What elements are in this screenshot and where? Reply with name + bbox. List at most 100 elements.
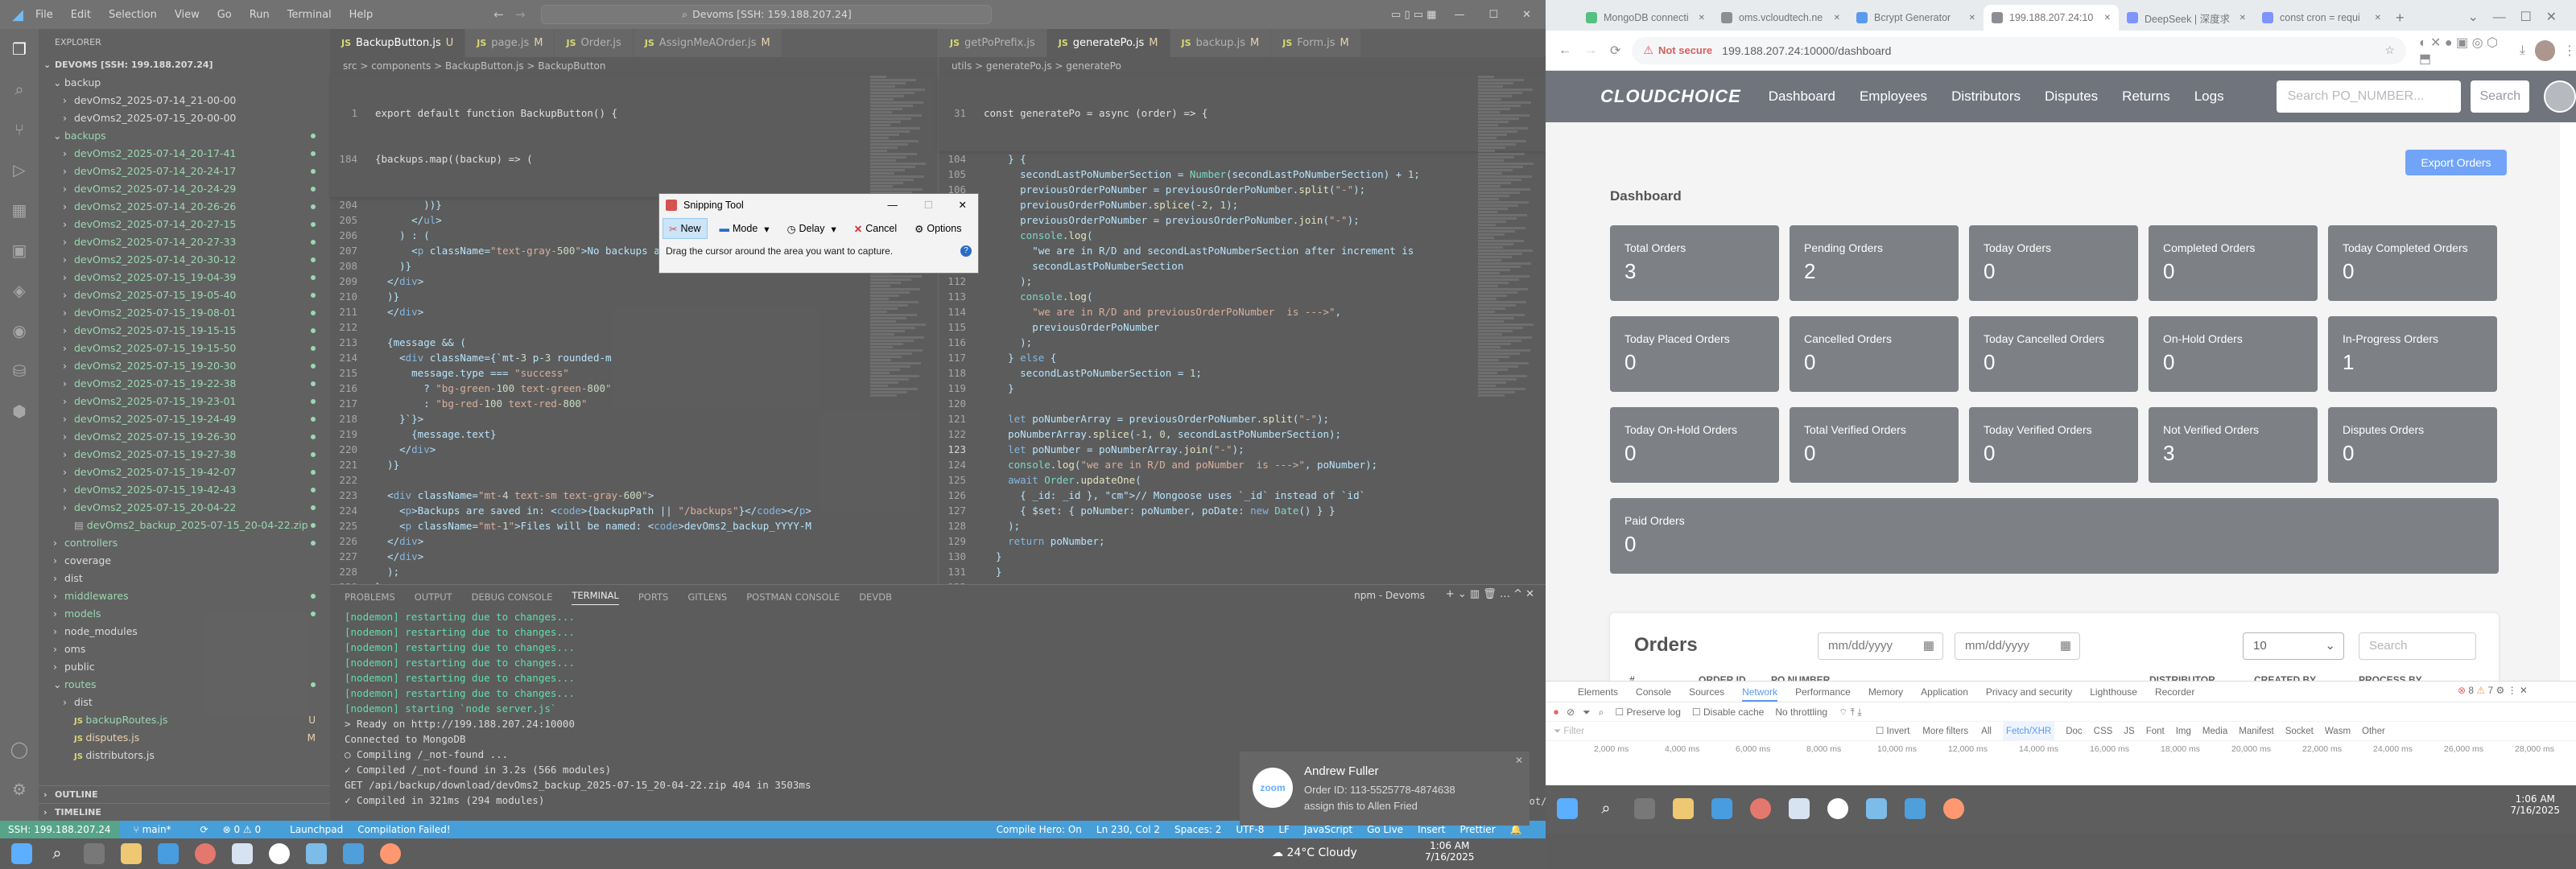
- panel-tab-postman-console[interactable]: POSTMAN CONSOLE: [746, 591, 840, 603]
- language-mode[interactable]: JavaScript: [1304, 824, 1352, 835]
- folder-item[interactable]: › devOms2_2025-07-14_20-24-29: [39, 180, 330, 198]
- folder-item[interactable]: › middlewares: [39, 587, 330, 605]
- resource-type-filter[interactable]: CSS: [2094, 722, 2113, 740]
- branch-indicator[interactable]: ⑂ main*: [134, 824, 186, 835]
- chrome-icon[interactable]: [195, 843, 216, 864]
- remote-explorer-icon[interactable]: ▣: [0, 230, 39, 270]
- menu-view[interactable]: View: [175, 9, 200, 21]
- app-icon[interactable]: [380, 843, 401, 864]
- nav-disputes[interactable]: Disputes: [2045, 89, 2098, 105]
- folder-item[interactable]: › public: [39, 658, 330, 676]
- folder-item[interactable]: › node_modules: [39, 623, 330, 640]
- app-icon[interactable]: [306, 843, 327, 864]
- insert-mode[interactable]: Insert: [1418, 824, 1445, 835]
- go-live-button[interactable]: Go Live: [1367, 824, 1403, 835]
- date-from-input[interactable]: mm/dd/yyyy ▦: [1818, 632, 1943, 660]
- menu-run[interactable]: Run: [250, 9, 270, 21]
- devtools-tab[interactable]: Performance: [1795, 682, 1851, 702]
- delay-button[interactable]: ◷ Delay ▾: [782, 218, 842, 239]
- network-filter-input[interactable]: ⏷ Filter: [1554, 722, 1876, 740]
- problems-indicator[interactable]: ⊗ 0 ⚠ 0: [223, 824, 276, 835]
- gitlens-icon[interactable]: ◈: [0, 270, 39, 311]
- app-icon[interactable]: [1866, 798, 1887, 819]
- folder-item[interactable]: › devOms2_2025-07-15_19-05-40: [39, 286, 330, 304]
- search-icon[interactable]: ⌕: [1596, 798, 1616, 819]
- sync-icon[interactable]: ⟳: [200, 824, 208, 835]
- back-icon[interactable]: ←: [1558, 43, 1571, 58]
- download-icon[interactable]: ⤓: [2520, 43, 2525, 58]
- file-item[interactable]: JS backupRoutes.js U: [39, 711, 330, 729]
- docker-icon[interactable]: ⬢: [0, 391, 39, 431]
- folder-item[interactable]: › devOms2_2025-07-15_19-22-38: [39, 375, 330, 393]
- minimap[interactable]: [1478, 75, 1534, 574]
- panel-tab-ports[interactable]: PORTS: [638, 591, 668, 603]
- folder-item[interactable]: › devOms2_2025-07-15_19-24-49: [39, 410, 330, 428]
- folder-item[interactable]: › devOms2_2025-07-15_19-23-01: [39, 393, 330, 410]
- mode-button[interactable]: ▬ Mode ▾: [714, 218, 775, 239]
- more-filters-button[interactable]: More filters: [1922, 722, 1968, 740]
- account-icon[interactable]: ◯: [0, 729, 39, 769]
- panel-tab-debug-console[interactable]: DEBUG CONSOLE: [472, 591, 553, 603]
- close-tab-icon[interactable]: ✕: [1834, 14, 1840, 23]
- outline-section[interactable]: › OUTLINE: [39, 785, 330, 803]
- resource-type-filter[interactable]: Other: [2362, 722, 2385, 740]
- folder-item[interactable]: › models: [39, 605, 330, 623]
- folder-item[interactable]: › devOms2_2025-07-15_19-42-07: [39, 463, 330, 481]
- editor-tab[interactable]: JS generatePo.js M: [1046, 29, 1170, 57]
- search-icon[interactable]: ⌕: [0, 69, 39, 109]
- folder-item[interactable]: › devOms2_2025-07-14_20-27-33: [39, 233, 330, 251]
- app-icon[interactable]: [1943, 798, 1964, 819]
- code-editor-right[interactable]: 104 } {105 secondLastPoNumberSection = N…: [939, 151, 1546, 625]
- breadcrumb[interactable]: src > components > BackupButton.js > Bac…: [330, 57, 938, 75]
- nav-back-icon[interactable]: ←: [493, 7, 504, 22]
- editor-tab[interactable]: JS BackupButton.js U: [330, 29, 466, 57]
- folder-item[interactable]: › devOms2_2025-07-14_20-17-41: [39, 145, 330, 163]
- nav-logs[interactable]: Logs: [2194, 89, 2224, 105]
- postman-icon[interactable]: ◉: [0, 311, 39, 351]
- editor-tab[interactable]: JS Form.js M: [1271, 29, 1361, 57]
- vscode-icon[interactable]: [343, 843, 364, 864]
- devtools-tab[interactable]: Sources: [1689, 682, 1724, 702]
- close-tab-icon[interactable]: ✕: [1969, 14, 1975, 23]
- settings-gear-icon[interactable]: ⚙: [0, 769, 39, 809]
- resource-type-filter[interactable]: Font: [2146, 722, 2165, 740]
- browser-tab[interactable]: 199.188.207.24:10 ✕: [1984, 5, 2119, 31]
- resource-type-filter[interactable]: Wasm: [2325, 722, 2351, 740]
- file-item[interactable]: ▤ devOms2_backup_2025-07-15_20-04-22.zip: [39, 517, 330, 534]
- new-tab-icon[interactable]: +: [2396, 5, 2405, 31]
- export-orders-button[interactable]: Export Orders: [2405, 150, 2507, 175]
- devtools-counts[interactable]: ⊗ 8 ⚠ 7 ⚙ ⋮ ✕: [2458, 685, 2528, 696]
- indentation[interactable]: Spaces: 2: [1174, 824, 1221, 835]
- search-button[interactable]: Search: [2471, 80, 2530, 113]
- compile-hero-status[interactable]: Compile Hero: On: [997, 824, 1082, 835]
- resource-type-filter[interactable]: Doc: [2066, 722, 2082, 740]
- devtools-tab[interactable]: Elements: [1578, 682, 1618, 702]
- task-view-icon[interactable]: [84, 843, 105, 864]
- throttling-select[interactable]: No throttling: [1775, 702, 1827, 721]
- browser-tab[interactable]: DeepSeek | 深度求 ✕: [2119, 5, 2254, 31]
- folder-item[interactable]: › coverage: [39, 552, 330, 570]
- clock[interactable]: 1:06 AM 7/16/2025: [2510, 793, 2560, 816]
- folder-item[interactable]: › devOms2_2025-07-15_19-42-43: [39, 481, 330, 499]
- window-controls[interactable]: ⌄ — ☐ ✕: [2468, 5, 2557, 31]
- minimize-icon[interactable]: —: [1454, 9, 1464, 21]
- po-search-input[interactable]: Search PO_NUMBER...: [2276, 80, 2462, 113]
- app-icon[interactable]: [1789, 798, 1810, 819]
- folder-item[interactable]: › devOms2_2025-07-14_20-27-15: [39, 216, 330, 233]
- editor-tab[interactable]: JS Order.js: [555, 29, 634, 57]
- start-icon[interactable]: [1557, 798, 1578, 819]
- folder-item[interactable]: › devOms2_2025-07-15_20-00-00: [39, 109, 330, 127]
- folder-item[interactable]: › devOms2_2025-07-15_19-27-38: [39, 446, 330, 463]
- folder-item[interactable]: › dist: [39, 694, 330, 711]
- extensions-icons[interactable]: ◐ ✕ ● ▣ ◎ ⬡ ⬒: [2419, 35, 2510, 67]
- close-tab-icon[interactable]: ✕: [2104, 14, 2111, 23]
- file-explorer-icon[interactable]: [1673, 798, 1694, 819]
- nav-distributors[interactable]: Distributors: [1951, 89, 2021, 105]
- folder-item[interactable]: › devOms2_2025-07-15_19-20-30: [39, 357, 330, 375]
- search-icon[interactable]: ⌕: [1599, 702, 1604, 721]
- folder-item[interactable]: ⌄ routes: [39, 676, 330, 694]
- forward-icon[interactable]: →: [1584, 43, 1597, 58]
- prettier-status[interactable]: Prettier: [1459, 824, 1495, 835]
- editor-tab[interactable]: JS page.js M: [465, 29, 555, 57]
- user-avatar[interactable]: [2544, 80, 2576, 113]
